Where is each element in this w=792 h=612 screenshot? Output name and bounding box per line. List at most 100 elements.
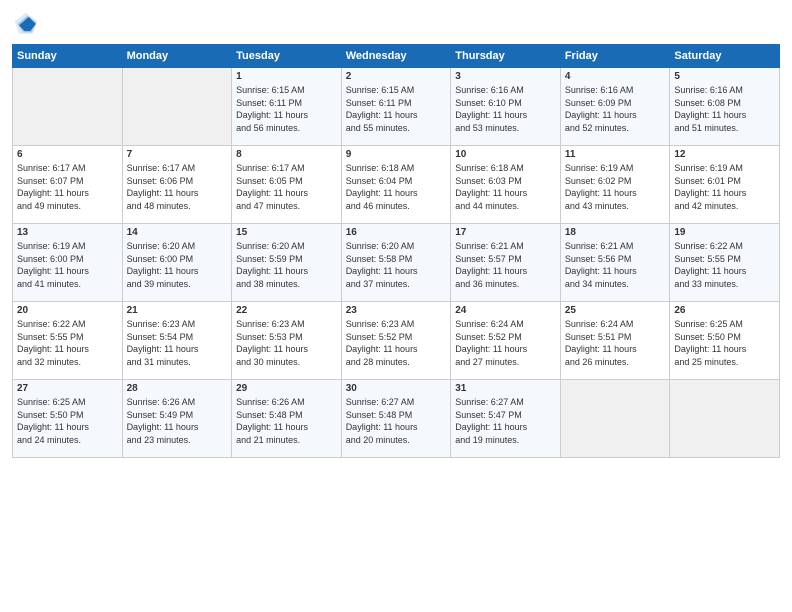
- day-info: Sunrise: 6:20 AM Sunset: 5:58 PM Dayligh…: [346, 240, 447, 290]
- day-number: 26: [674, 305, 775, 316]
- day-info: Sunrise: 6:26 AM Sunset: 5:49 PM Dayligh…: [127, 396, 228, 446]
- day-number: 21: [127, 305, 228, 316]
- calendar-cell: [13, 68, 123, 146]
- day-number: 14: [127, 227, 228, 238]
- calendar-cell: 31 Sunrise: 6:27 AM Sunset: 5:47 PM Dayl…: [451, 380, 561, 458]
- day-number: 13: [17, 227, 118, 238]
- day-info: Sunrise: 6:23 AM Sunset: 5:54 PM Dayligh…: [127, 318, 228, 368]
- day-number: 20: [17, 305, 118, 316]
- calendar-cell: 20 Sunrise: 6:22 AM Sunset: 5:55 PM Dayl…: [13, 302, 123, 380]
- calendar-cell: 25 Sunrise: 6:24 AM Sunset: 5:51 PM Dayl…: [560, 302, 670, 380]
- calendar-week-row: 6 Sunrise: 6:17 AM Sunset: 6:07 PM Dayli…: [13, 146, 780, 224]
- day-number: 23: [346, 305, 447, 316]
- day-info: Sunrise: 6:21 AM Sunset: 5:57 PM Dayligh…: [455, 240, 556, 290]
- logo: [12, 10, 44, 38]
- day-info: Sunrise: 6:25 AM Sunset: 5:50 PM Dayligh…: [674, 318, 775, 368]
- calendar-cell: 16 Sunrise: 6:20 AM Sunset: 5:58 PM Dayl…: [341, 224, 451, 302]
- day-number: 29: [236, 383, 337, 394]
- day-info: Sunrise: 6:27 AM Sunset: 5:47 PM Dayligh…: [455, 396, 556, 446]
- day-number: 30: [346, 383, 447, 394]
- calendar-cell: 26 Sunrise: 6:25 AM Sunset: 5:50 PM Dayl…: [670, 302, 780, 380]
- day-number: 17: [455, 227, 556, 238]
- day-info: Sunrise: 6:24 AM Sunset: 5:52 PM Dayligh…: [455, 318, 556, 368]
- weekday-header-saturday: Saturday: [670, 45, 780, 68]
- calendar-cell: 23 Sunrise: 6:23 AM Sunset: 5:52 PM Dayl…: [341, 302, 451, 380]
- weekday-header-friday: Friday: [560, 45, 670, 68]
- day-number: 15: [236, 227, 337, 238]
- calendar-cell: 12 Sunrise: 6:19 AM Sunset: 6:01 PM Dayl…: [670, 146, 780, 224]
- day-info: Sunrise: 6:19 AM Sunset: 6:02 PM Dayligh…: [565, 162, 666, 212]
- day-info: Sunrise: 6:16 AM Sunset: 6:10 PM Dayligh…: [455, 84, 556, 134]
- calendar-cell: 27 Sunrise: 6:25 AM Sunset: 5:50 PM Dayl…: [13, 380, 123, 458]
- header: [12, 10, 780, 38]
- calendar-cell: 30 Sunrise: 6:27 AM Sunset: 5:48 PM Dayl…: [341, 380, 451, 458]
- day-info: Sunrise: 6:17 AM Sunset: 6:05 PM Dayligh…: [236, 162, 337, 212]
- day-number: 27: [17, 383, 118, 394]
- day-number: 9: [346, 149, 447, 160]
- day-number: 12: [674, 149, 775, 160]
- day-info: Sunrise: 6:15 AM Sunset: 6:11 PM Dayligh…: [236, 84, 337, 134]
- day-number: 5: [674, 71, 775, 82]
- day-number: 7: [127, 149, 228, 160]
- day-number: 18: [565, 227, 666, 238]
- day-number: 6: [17, 149, 118, 160]
- day-info: Sunrise: 6:19 AM Sunset: 6:00 PM Dayligh…: [17, 240, 118, 290]
- calendar-cell: 29 Sunrise: 6:26 AM Sunset: 5:48 PM Dayl…: [232, 380, 342, 458]
- day-info: Sunrise: 6:19 AM Sunset: 6:01 PM Dayligh…: [674, 162, 775, 212]
- day-number: 11: [565, 149, 666, 160]
- calendar-cell: 2 Sunrise: 6:15 AM Sunset: 6:11 PM Dayli…: [341, 68, 451, 146]
- calendar-cell: 24 Sunrise: 6:24 AM Sunset: 5:52 PM Dayl…: [451, 302, 561, 380]
- day-info: Sunrise: 6:20 AM Sunset: 6:00 PM Dayligh…: [127, 240, 228, 290]
- calendar-cell: 9 Sunrise: 6:18 AM Sunset: 6:04 PM Dayli…: [341, 146, 451, 224]
- day-info: Sunrise: 6:23 AM Sunset: 5:52 PM Dayligh…: [346, 318, 447, 368]
- calendar-week-row: 1 Sunrise: 6:15 AM Sunset: 6:11 PM Dayli…: [13, 68, 780, 146]
- calendar-cell: 21 Sunrise: 6:23 AM Sunset: 5:54 PM Dayl…: [122, 302, 232, 380]
- day-info: Sunrise: 6:16 AM Sunset: 6:08 PM Dayligh…: [674, 84, 775, 134]
- day-number: 22: [236, 305, 337, 316]
- calendar-cell: 15 Sunrise: 6:20 AM Sunset: 5:59 PM Dayl…: [232, 224, 342, 302]
- calendar-cell: 13 Sunrise: 6:19 AM Sunset: 6:00 PM Dayl…: [13, 224, 123, 302]
- calendar-cell: [670, 380, 780, 458]
- weekday-header-monday: Monday: [122, 45, 232, 68]
- calendar-cell: 1 Sunrise: 6:15 AM Sunset: 6:11 PM Dayli…: [232, 68, 342, 146]
- calendar-cell: 18 Sunrise: 6:21 AM Sunset: 5:56 PM Dayl…: [560, 224, 670, 302]
- day-info: Sunrise: 6:20 AM Sunset: 5:59 PM Dayligh…: [236, 240, 337, 290]
- calendar-cell: 14 Sunrise: 6:20 AM Sunset: 6:00 PM Dayl…: [122, 224, 232, 302]
- calendar-week-row: 20 Sunrise: 6:22 AM Sunset: 5:55 PM Dayl…: [13, 302, 780, 380]
- day-info: Sunrise: 6:17 AM Sunset: 6:06 PM Dayligh…: [127, 162, 228, 212]
- day-info: Sunrise: 6:24 AM Sunset: 5:51 PM Dayligh…: [565, 318, 666, 368]
- weekday-header-row: SundayMondayTuesdayWednesdayThursdayFrid…: [13, 45, 780, 68]
- weekday-header-wednesday: Wednesday: [341, 45, 451, 68]
- day-info: Sunrise: 6:18 AM Sunset: 6:03 PM Dayligh…: [455, 162, 556, 212]
- day-number: 25: [565, 305, 666, 316]
- weekday-header-sunday: Sunday: [13, 45, 123, 68]
- calendar-cell: 10 Sunrise: 6:18 AM Sunset: 6:03 PM Dayl…: [451, 146, 561, 224]
- calendar-week-row: 27 Sunrise: 6:25 AM Sunset: 5:50 PM Dayl…: [13, 380, 780, 458]
- day-info: Sunrise: 6:15 AM Sunset: 6:11 PM Dayligh…: [346, 84, 447, 134]
- calendar-cell: 4 Sunrise: 6:16 AM Sunset: 6:09 PM Dayli…: [560, 68, 670, 146]
- day-number: 3: [455, 71, 556, 82]
- calendar-cell: 28 Sunrise: 6:26 AM Sunset: 5:49 PM Dayl…: [122, 380, 232, 458]
- day-number: 1: [236, 71, 337, 82]
- day-number: 4: [565, 71, 666, 82]
- logo-icon: [12, 10, 40, 38]
- day-number: 28: [127, 383, 228, 394]
- day-info: Sunrise: 6:21 AM Sunset: 5:56 PM Dayligh…: [565, 240, 666, 290]
- calendar-cell: 11 Sunrise: 6:19 AM Sunset: 6:02 PM Dayl…: [560, 146, 670, 224]
- day-number: 8: [236, 149, 337, 160]
- day-info: Sunrise: 6:27 AM Sunset: 5:48 PM Dayligh…: [346, 396, 447, 446]
- day-info: Sunrise: 6:23 AM Sunset: 5:53 PM Dayligh…: [236, 318, 337, 368]
- calendar-cell: 7 Sunrise: 6:17 AM Sunset: 6:06 PM Dayli…: [122, 146, 232, 224]
- calendar-cell: 8 Sunrise: 6:17 AM Sunset: 6:05 PM Dayli…: [232, 146, 342, 224]
- weekday-header-tuesday: Tuesday: [232, 45, 342, 68]
- calendar-cell: [560, 380, 670, 458]
- calendar-cell: 3 Sunrise: 6:16 AM Sunset: 6:10 PM Dayli…: [451, 68, 561, 146]
- day-number: 19: [674, 227, 775, 238]
- day-number: 2: [346, 71, 447, 82]
- calendar-container: SundayMondayTuesdayWednesdayThursdayFrid…: [0, 0, 792, 612]
- day-info: Sunrise: 6:18 AM Sunset: 6:04 PM Dayligh…: [346, 162, 447, 212]
- day-number: 10: [455, 149, 556, 160]
- day-number: 16: [346, 227, 447, 238]
- calendar-cell: 22 Sunrise: 6:23 AM Sunset: 5:53 PM Dayl…: [232, 302, 342, 380]
- weekday-header-thursday: Thursday: [451, 45, 561, 68]
